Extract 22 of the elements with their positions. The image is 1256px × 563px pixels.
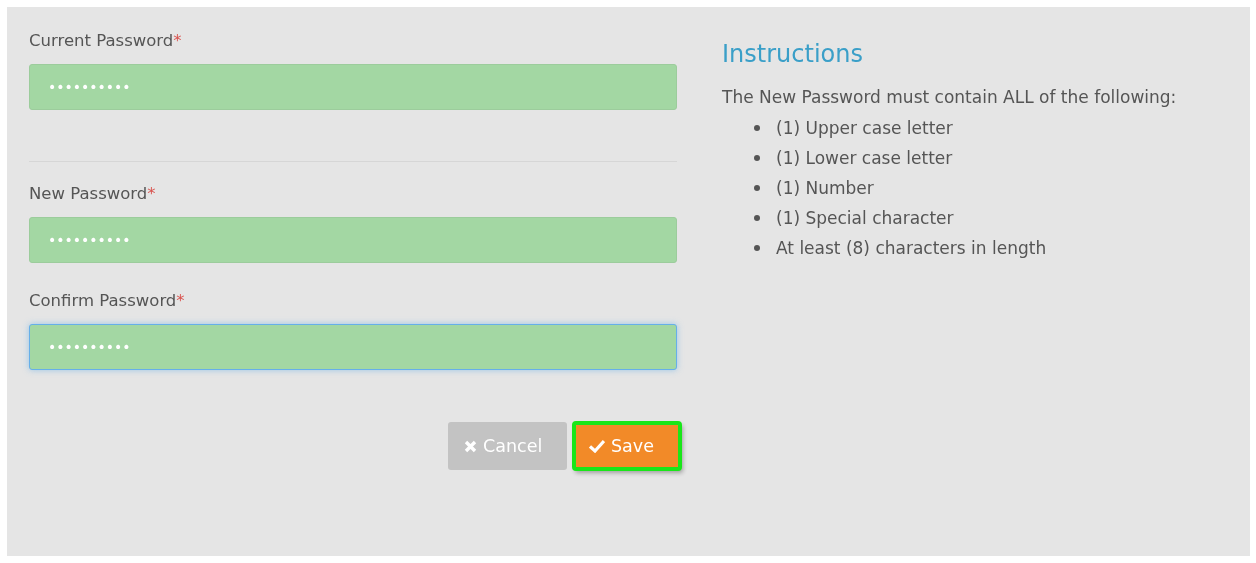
bullet-icon	[754, 185, 760, 191]
check-icon	[589, 439, 605, 453]
requirement-item: (1) Upper case letter	[776, 117, 953, 140]
cancel-button[interactable]: Cancel	[448, 422, 567, 470]
requirement-item: (1) Lower case letter	[776, 147, 953, 170]
requirement-item: (1) Special character	[776, 207, 954, 230]
password-field[interactable]: ••••••••••	[29, 324, 677, 370]
bullet-icon	[754, 215, 760, 221]
save-button[interactable]: Save	[573, 422, 681, 470]
close-icon	[464, 439, 477, 453]
instructions-text: The New Password must contain ALL of the following:	[722, 86, 1177, 109]
password-field[interactable]: ••••••••••	[29, 64, 677, 110]
password-field[interactable]: ••••••••••	[29, 217, 677, 263]
instructions-title: Instructions	[722, 39, 864, 69]
requirement-item: (1) Number	[776, 177, 874, 200]
bullet-icon	[754, 155, 760, 161]
field-label: Current Password*	[29, 30, 182, 52]
bullet-icon	[754, 245, 760, 251]
requirement-item: At least (8) characters in length	[776, 237, 1047, 260]
field-label: New Password*	[29, 183, 156, 205]
bullet-icon	[754, 125, 760, 131]
field-label: Confirm Password*	[29, 290, 185, 312]
